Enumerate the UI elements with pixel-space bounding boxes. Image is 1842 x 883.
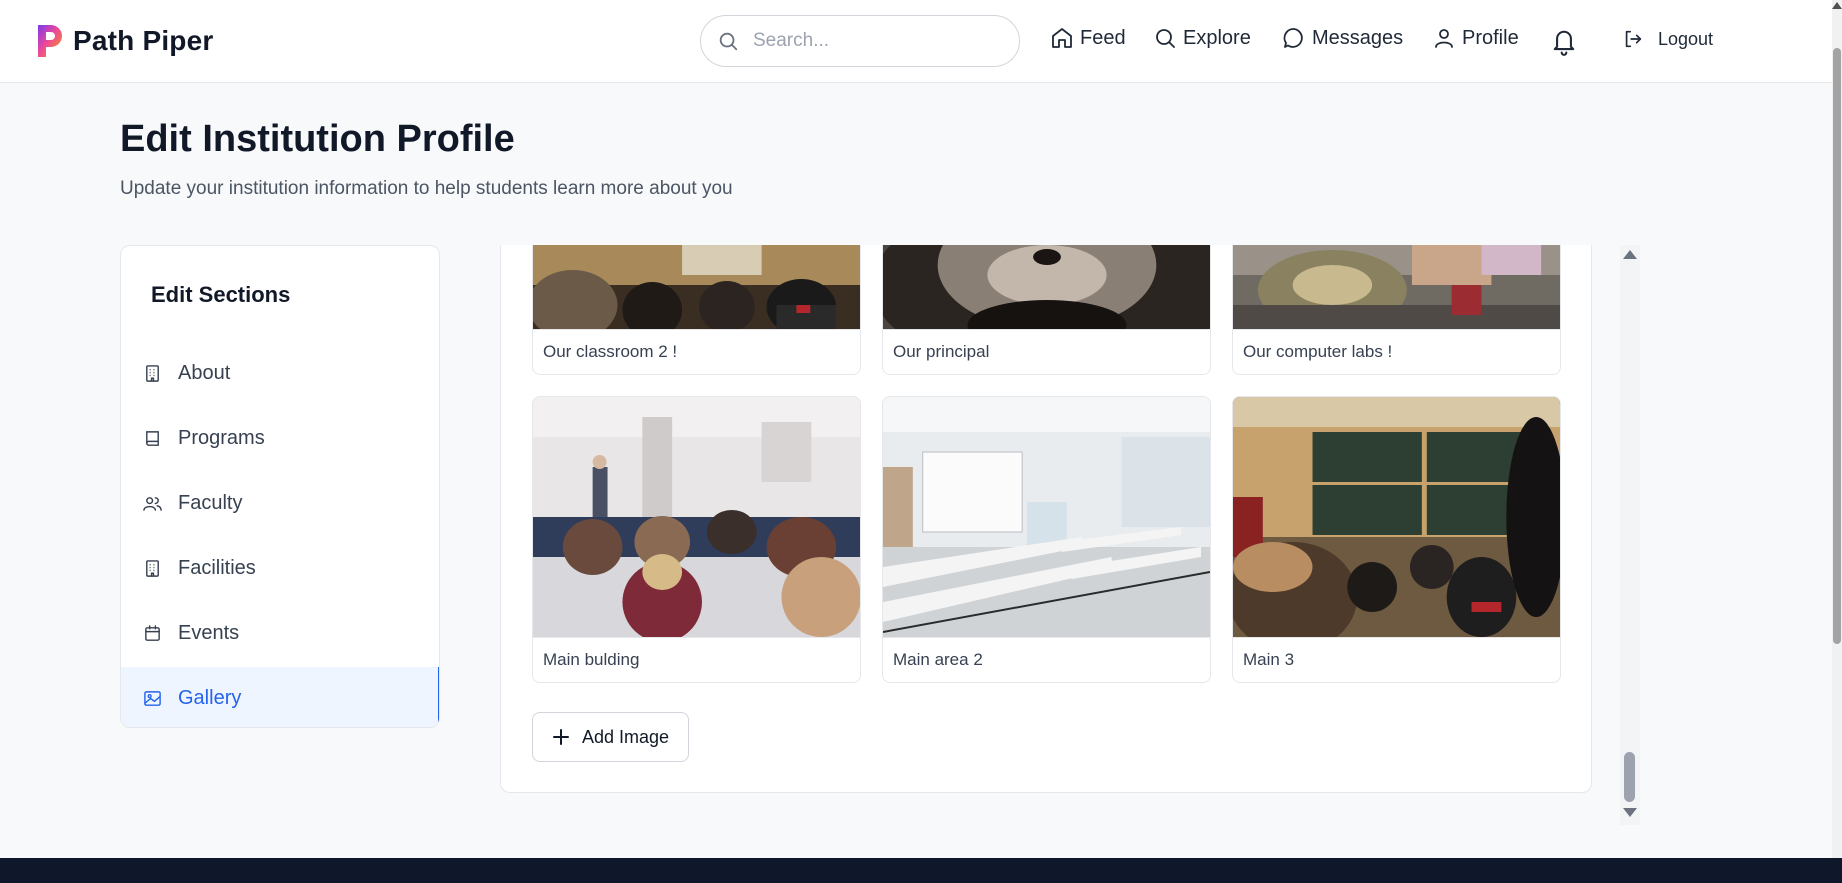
nav-profile[interactable]: Profile xyxy=(1432,26,1519,50)
search-bar[interactable] xyxy=(700,15,1020,67)
image-caption: Main bulding xyxy=(533,637,860,682)
sidebar-item-label: Events xyxy=(178,621,240,644)
image-caption: Our computer labs ! xyxy=(1233,329,1560,374)
sidebar-item-faculty[interactable]: Faculty xyxy=(121,472,439,534)
nav-messages[interactable]: Messages xyxy=(1282,26,1403,50)
search-icon xyxy=(719,32,738,51)
nav-feed-label: Feed xyxy=(1080,26,1126,49)
calendar-icon xyxy=(145,624,160,641)
sidebar-title: Edit Sections xyxy=(151,282,291,307)
gallery-scrollbar[interactable] xyxy=(1620,245,1640,825)
brand-logo[interactable]: Path Piper xyxy=(35,22,213,60)
sidebar-item-label: Facilities xyxy=(178,556,256,579)
home-icon xyxy=(1052,28,1072,48)
sidebar-item-label: Gallery xyxy=(178,686,242,709)
footer xyxy=(0,858,1842,883)
sidebar-item-label: Faculty xyxy=(178,491,243,514)
image-caption: Our classroom 2 ! xyxy=(533,329,860,374)
add-image-button[interactable]: Add Image xyxy=(532,712,689,762)
brand-name: Path Piper xyxy=(73,25,214,56)
bell-icon[interactable] xyxy=(1550,26,1578,56)
image-caption: Main 3 xyxy=(1233,637,1560,682)
search-input[interactable] xyxy=(753,30,993,52)
scroll-up-arrow-icon[interactable] xyxy=(1623,250,1637,259)
sidebar-item-label: Programs xyxy=(178,426,265,449)
page-scrollbar-thumb[interactable] xyxy=(1833,48,1841,644)
book-icon xyxy=(146,430,159,446)
sidebar-item-programs[interactable]: Programs xyxy=(121,407,439,469)
gallery-card[interactable]: Main 3 xyxy=(1232,396,1561,683)
image-icon xyxy=(144,690,161,706)
building-icon xyxy=(146,559,159,577)
gallery-card[interactable]: Our principal xyxy=(882,245,1211,375)
sidebar-item-label: About xyxy=(178,361,231,384)
gallery-image[interactable] xyxy=(1233,397,1560,637)
logout-button[interactable]: Logout xyxy=(1622,28,1713,50)
nav-feed[interactable]: Feed xyxy=(1050,26,1126,50)
path-piper-logo-icon xyxy=(38,25,62,57)
users-icon xyxy=(143,496,162,511)
plus-icon xyxy=(552,729,569,745)
image-caption: Our principal xyxy=(883,329,1210,374)
gallery-panel: Our classroom 2 ! Our principal Our comp… xyxy=(500,245,1592,793)
gallery-scrollbar-thumb[interactable] xyxy=(1624,752,1635,802)
gallery-image[interactable] xyxy=(533,245,860,329)
page-title: Edit Institution Profile xyxy=(120,118,515,160)
top-navbar: Path Piper Feed Explore Messages Profile… xyxy=(0,0,1842,83)
page-subtitle: Update your institution information to h… xyxy=(120,178,733,199)
logout-icon xyxy=(1625,30,1642,48)
nav-explore[interactable]: Explore xyxy=(1153,26,1251,50)
gallery-image[interactable] xyxy=(533,397,860,637)
gallery-image[interactable] xyxy=(1233,245,1560,329)
building-icon xyxy=(146,364,159,382)
add-image-label: Add Image xyxy=(581,726,670,747)
scroll-down-arrow-icon[interactable] xyxy=(1623,808,1637,817)
gallery-image[interactable] xyxy=(883,245,1210,329)
gallery-card[interactable]: Main area 2 xyxy=(882,396,1211,683)
user-icon xyxy=(1435,29,1453,48)
gallery-image[interactable] xyxy=(883,397,1210,637)
search-icon xyxy=(1156,29,1175,48)
sidebar-item-gallery[interactable]: Gallery xyxy=(121,667,439,727)
sidebar-item-events[interactable]: Events xyxy=(121,602,439,664)
sidebar-item-facilities[interactable]: Facilities xyxy=(121,537,439,599)
logout-label: Logout xyxy=(1658,28,1714,49)
edit-sections-sidebar: Edit Sections About Programs Faculty Fac… xyxy=(120,245,440,728)
gallery-card[interactable]: Main bulding xyxy=(532,396,861,683)
nav-explore-label: Explore xyxy=(1183,26,1251,49)
image-caption: Main area 2 xyxy=(883,637,1210,682)
gallery-card[interactable]: Our classroom 2 ! xyxy=(532,245,861,375)
sidebar-item-about[interactable]: About xyxy=(121,342,439,404)
nav-messages-label: Messages xyxy=(1312,26,1404,49)
page-scroll-up-arrow-icon[interactable] xyxy=(1832,2,1842,9)
nav-profile-label: Profile xyxy=(1462,26,1519,49)
gallery-card[interactable]: Our computer labs ! xyxy=(1232,245,1561,375)
message-icon xyxy=(1283,28,1303,48)
